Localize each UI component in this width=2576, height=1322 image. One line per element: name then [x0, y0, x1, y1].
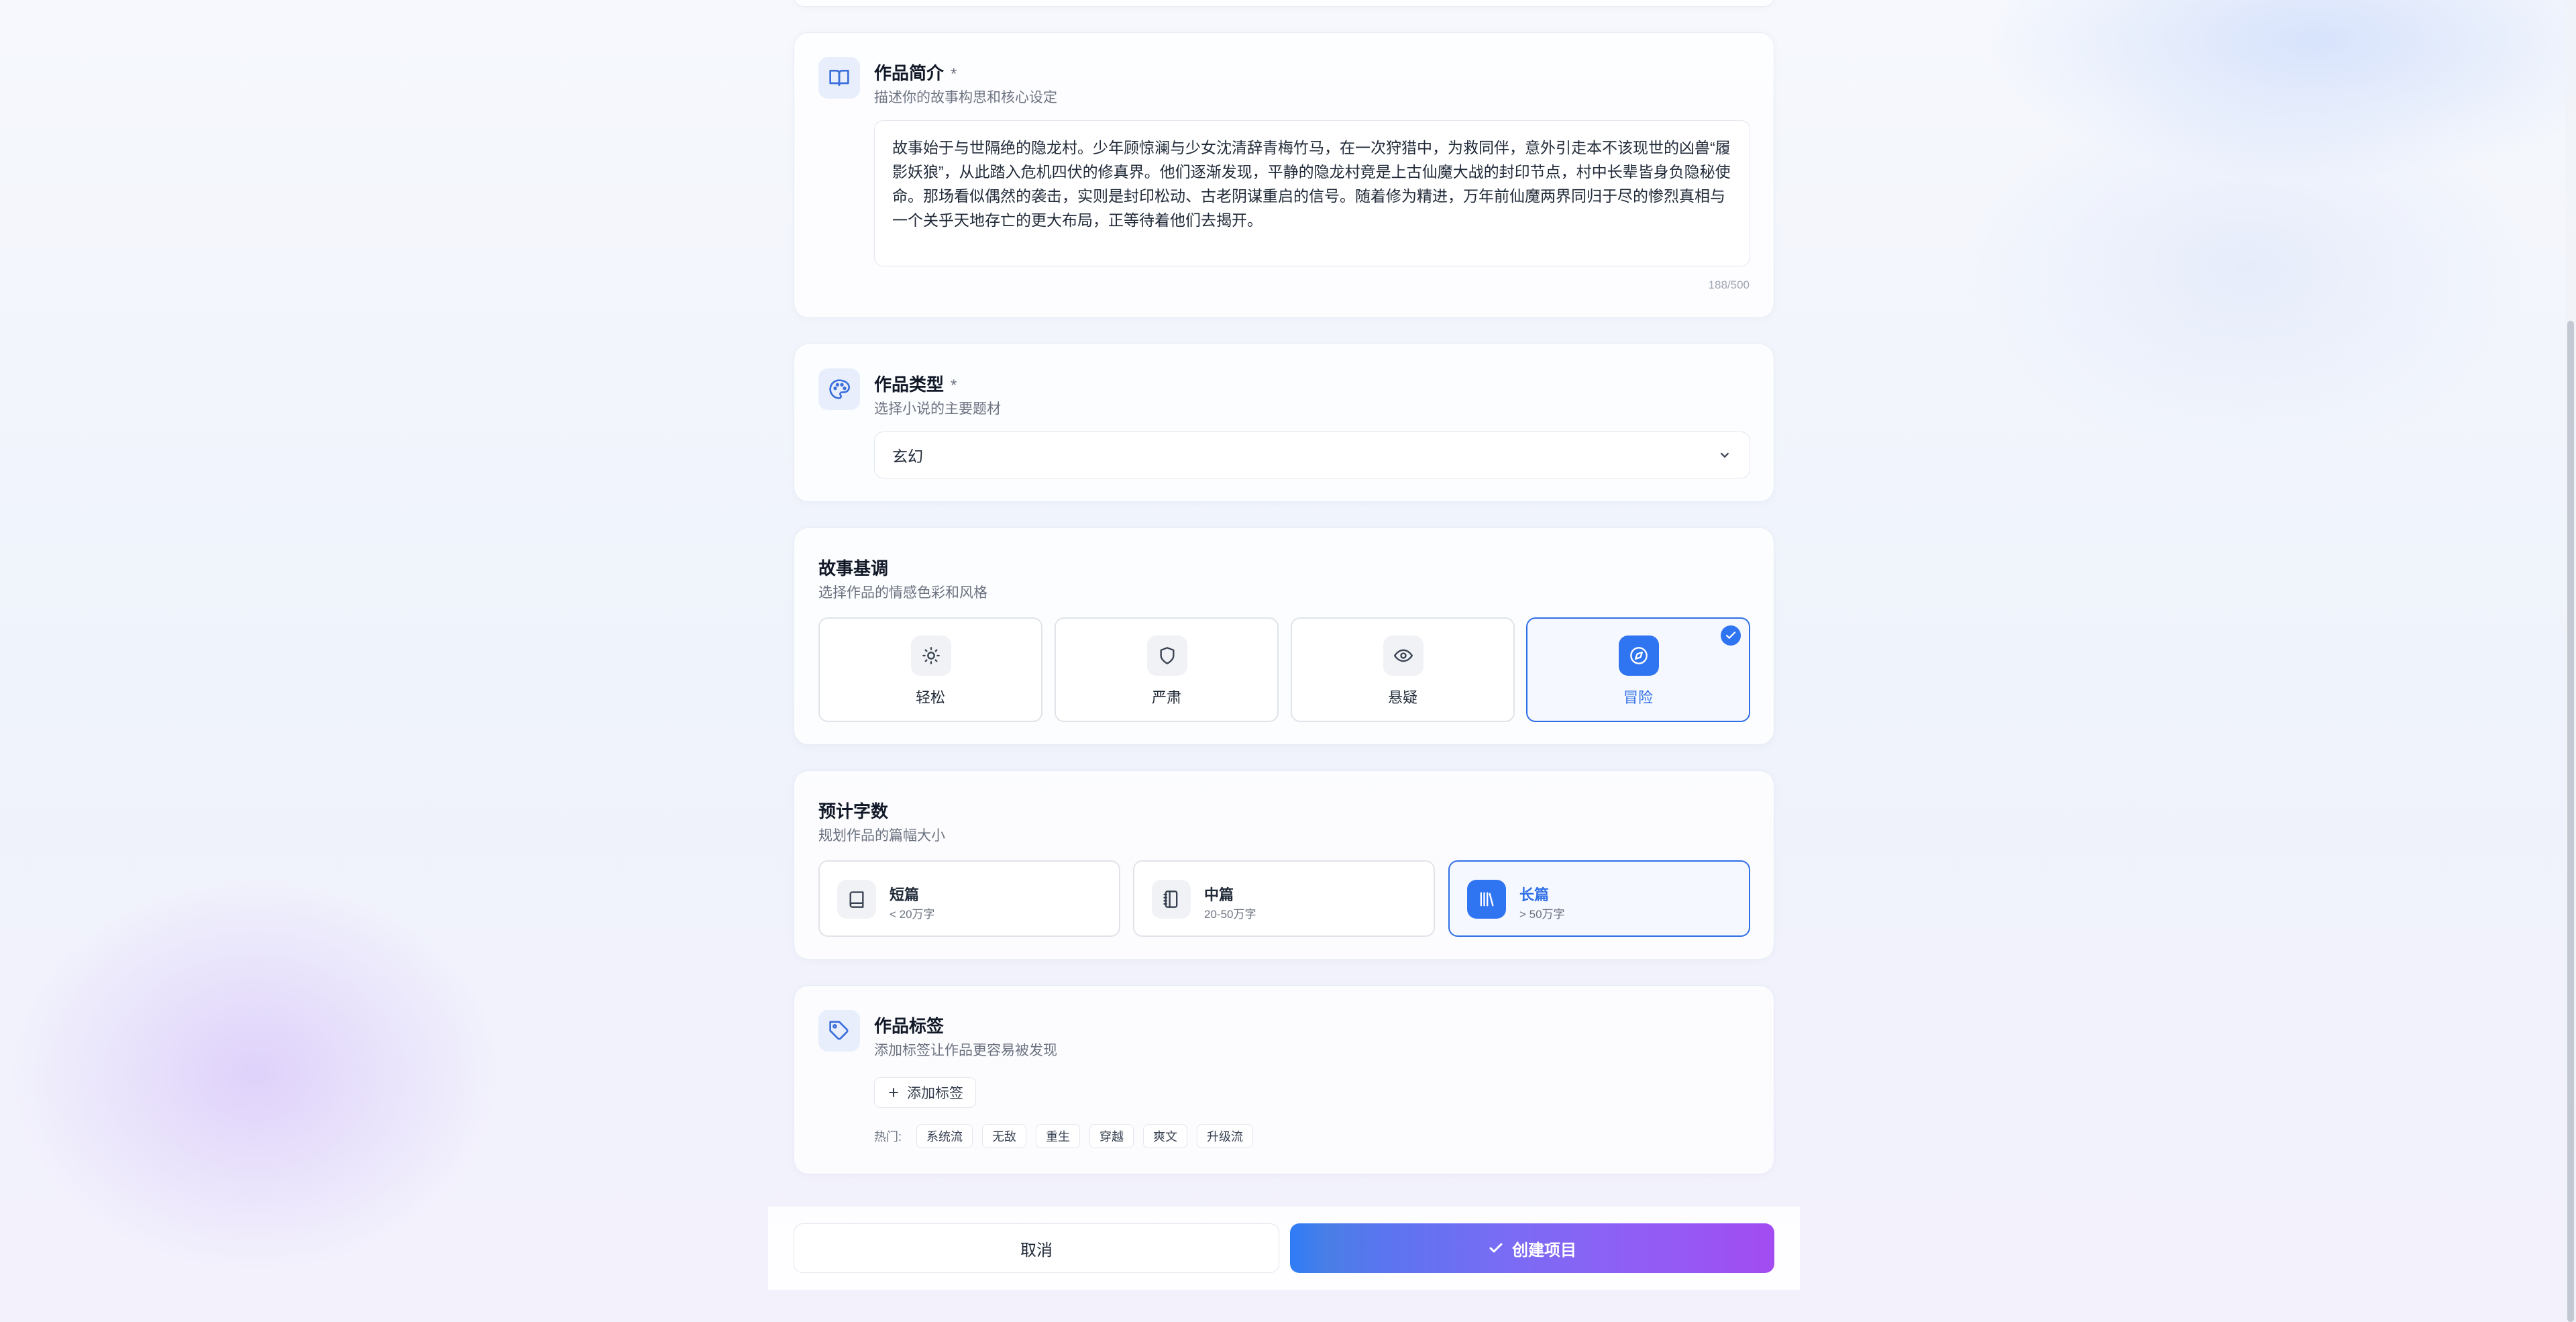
length-name: 短篇	[890, 886, 920, 903]
tone-label: 轻松	[915, 689, 945, 706]
create-project-button[interactable]: 创建项目	[1290, 1223, 1774, 1273]
previous-card-edge	[794, 0, 1774, 7]
compass-icon	[1619, 635, 1659, 676]
tags-card: 作品标签 添加标签让作品更容易被发现 添加标签 热门: 系统流 无敌 重生 穿越…	[794, 985, 1774, 1174]
notebook-icon	[1152, 880, 1191, 919]
hot-tag-chip[interactable]: 无敌	[982, 1124, 1027, 1148]
shield-icon	[1147, 635, 1187, 676]
scrollbar-thumb[interactable]	[2567, 321, 2574, 1322]
length-name: 长篇	[1519, 886, 1550, 903]
chevron-down-icon	[1720, 452, 1729, 458]
tone-label: 冒险	[1623, 689, 1653, 706]
library-icon	[1467, 880, 1506, 919]
check-icon	[1489, 1243, 1503, 1253]
intro-subtitle: 描述你的故事构思和核心设定	[874, 90, 1057, 105]
genre-card: 作品类型 * 选择小说的主要题材 玄幻	[794, 344, 1774, 502]
book-open-icon	[818, 57, 860, 99]
hot-tag-chip[interactable]: 穿越	[1089, 1124, 1134, 1148]
scrollbar[interactable]	[2565, 0, 2576, 1322]
tone-label: 悬疑	[1387, 689, 1417, 706]
tags-subtitle: 添加标签让作品更容易被发现	[874, 1043, 1057, 1058]
tone-option-serious[interactable]: 严肃	[1055, 617, 1279, 722]
hot-tag-chip[interactable]: 爽文	[1143, 1124, 1188, 1148]
tone-label: 严肃	[1151, 689, 1181, 706]
check-icon	[1721, 625, 1741, 646]
hot-tag-chip[interactable]: 升级流	[1197, 1124, 1254, 1148]
length-option-medium[interactable]: 中篇 20-50万字	[1133, 860, 1435, 937]
genre-title: 作品类型 *	[874, 374, 957, 395]
sun-icon	[911, 635, 951, 676]
intro-title: 作品简介 *	[874, 63, 957, 83]
char-counter: 188/500	[1708, 278, 1750, 291]
genre-selected-value: 玄幻	[892, 448, 923, 465]
hot-tag-chip[interactable]: 重生	[1036, 1124, 1081, 1148]
palette-icon	[818, 368, 860, 410]
eye-icon	[1383, 635, 1424, 676]
length-subtitle: 规划作品的篇幅大小	[818, 828, 945, 844]
tone-option-relaxed[interactable]: 轻松	[818, 617, 1042, 722]
plus-icon	[889, 1088, 898, 1097]
cancel-button[interactable]: 取消	[794, 1223, 1279, 1273]
tone-card: 故事基调 选择作品的情感色彩和风格 轻松 严肃 悬疑 冒险	[794, 527, 1774, 745]
intro-card: 作品简介 * 描述你的故事构思和核心设定 故事始于与世隔绝的隐龙村。少年顾惊澜与少…	[794, 32, 1774, 318]
hot-tags: 热门: 系统流 无敌 重生 穿越 爽文 升级流	[874, 1124, 1254, 1148]
book-icon	[837, 880, 876, 919]
hot-tag-chip[interactable]: 系统流	[916, 1124, 973, 1148]
hot-tags-label: 热门:	[874, 1130, 902, 1143]
tone-title: 故事基调	[818, 558, 889, 578]
tag-icon	[818, 1010, 860, 1052]
add-tag-button[interactable]: 添加标签	[874, 1077, 976, 1108]
length-desc: < 20万字	[890, 908, 935, 921]
genre-select[interactable]: 玄幻	[874, 431, 1750, 478]
length-desc: 20-50万字	[1204, 908, 1256, 921]
tone-option-suspense[interactable]: 悬疑	[1291, 617, 1515, 722]
footer-actions: 取消 创建项目	[768, 1207, 1800, 1290]
length-card: 预计字数 规划作品的篇幅大小 短篇 < 20万字 中篇 20-50万字 长篇 >…	[794, 770, 1774, 960]
intro-textarea[interactable]: 故事始于与世隔绝的隐龙村。少年顾惊澜与少女沈清辞青梅竹马，在一次狩猎中，为救同伴…	[874, 120, 1750, 266]
genre-subtitle: 选择小说的主要题材	[874, 401, 1001, 417]
length-option-short[interactable]: 短篇 < 20万字	[818, 860, 1120, 937]
length-desc: > 50万字	[1519, 908, 1565, 921]
length-title: 预计字数	[818, 801, 889, 821]
tone-option-adventure[interactable]: 冒险	[1526, 617, 1750, 722]
length-name: 中篇	[1204, 886, 1234, 903]
length-option-long[interactable]: 长篇 > 50万字	[1448, 860, 1750, 937]
tone-subtitle: 选择作品的情感色彩和风格	[818, 585, 987, 601]
tags-title: 作品标签	[874, 1016, 945, 1036]
